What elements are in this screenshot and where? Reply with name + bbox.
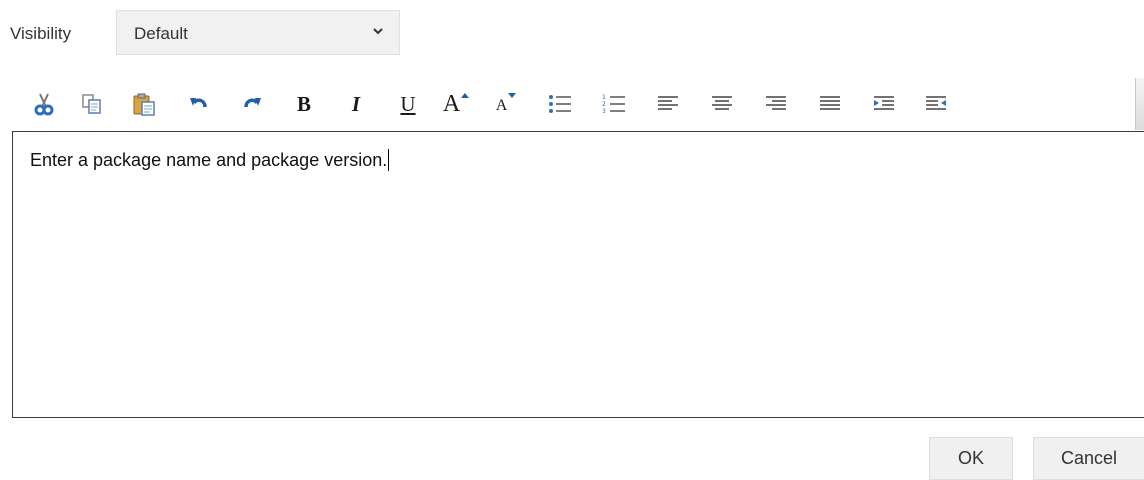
numbered-list-icon: 1 2 3 <box>602 94 625 115</box>
justify-button[interactable] <box>808 78 852 130</box>
editor-content: Enter a package name and package version… <box>30 149 390 171</box>
svg-text:2: 2 <box>602 101 606 108</box>
decrease-indent-button[interactable] <box>914 78 958 130</box>
arrow-down-icon <box>508 93 517 98</box>
align-left-icon <box>658 96 678 110</box>
bullet-list-button[interactable] <box>538 78 582 130</box>
svg-text:3: 3 <box>602 108 606 115</box>
visibility-label: Visibility <box>10 24 72 43</box>
bullet-list-icon <box>549 95 571 113</box>
cancel-button[interactable]: Cancel <box>1033 437 1144 480</box>
editor-text: Enter a package name and package version… <box>30 150 388 170</box>
arrow-up-icon <box>461 93 470 98</box>
align-center-button[interactable] <box>700 78 744 130</box>
align-left-button[interactable] <box>646 78 690 130</box>
grow-font-button[interactable]: A <box>434 78 478 130</box>
ok-button[interactable]: OK <box>929 437 1013 480</box>
justify-icon <box>820 96 840 110</box>
svg-text:1: 1 <box>602 94 606 101</box>
outdent-icon <box>926 96 946 110</box>
redo-icon <box>244 98 261 108</box>
underline-button[interactable]: U <box>386 78 430 130</box>
cut-button[interactable] <box>22 78 66 130</box>
text-caret <box>388 149 390 171</box>
chevron-down-icon <box>373 28 383 35</box>
undo-button[interactable] <box>177 78 221 130</box>
grow-font-icon: A <box>442 90 461 117</box>
bold-button[interactable]: B <box>282 78 326 130</box>
align-right-icon <box>766 96 786 110</box>
underline-icon: U <box>400 91 416 116</box>
paste-icon <box>133 93 155 116</box>
visibility-selected-value: Default <box>134 24 188 43</box>
italic-button[interactable]: I <box>334 78 378 130</box>
rich-text-editor[interactable]: Enter a package name and package version… <box>12 131 1144 418</box>
undo-icon <box>190 98 207 108</box>
copy-icon <box>82 94 101 114</box>
indent-icon <box>874 96 894 110</box>
visibility-select[interactable]: Default <box>116 10 400 55</box>
toolbar-overflow-handle[interactable] <box>1135 78 1144 130</box>
shrink-font-button[interactable]: A <box>484 78 528 130</box>
copy-button[interactable] <box>70 78 114 130</box>
bold-icon: B <box>296 91 311 116</box>
align-right-button[interactable] <box>754 78 798 130</box>
increase-indent-button[interactable] <box>862 78 906 130</box>
shrink-font-icon: A <box>495 97 508 114</box>
italic-icon: I <box>351 91 361 116</box>
numbered-list-button[interactable]: 1 2 3 <box>592 78 636 130</box>
formatting-toolbar: B I U A A 1 2 3 <box>12 78 1144 130</box>
scissors-icon <box>34 93 54 116</box>
paste-button[interactable] <box>122 78 166 130</box>
redo-button[interactable] <box>230 78 274 130</box>
align-center-icon <box>712 96 732 110</box>
